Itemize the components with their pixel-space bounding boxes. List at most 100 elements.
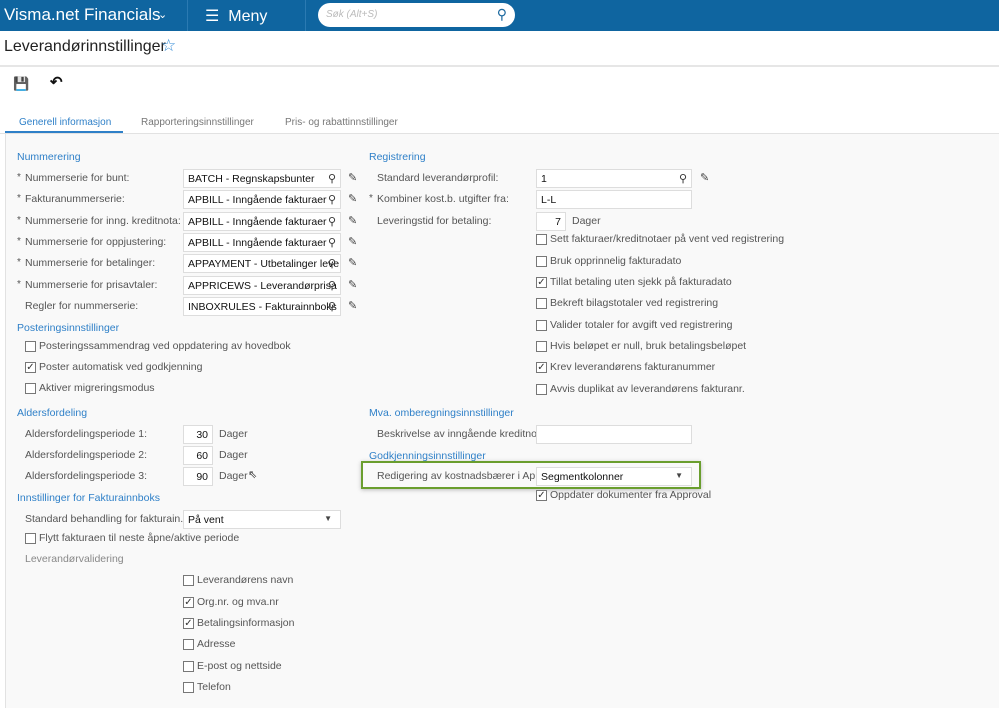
search-input[interactable]: Søk (Alt+S) ⚲ — [318, 3, 515, 27]
validering-option-checkbox[interactable]: ✓ — [183, 618, 194, 629]
postering-option-label: Aktiver migreringsmodus — [39, 382, 155, 394]
nummerserie-field-value: APPRICEWS - Leverandørprisa — [188, 280, 337, 292]
validering-option-label: Telefon — [197, 681, 231, 693]
edit-icon[interactable]: ✎ — [348, 278, 357, 291]
tab-rapporteringsinnstillinger[interactable]: Rapporteringsinnstillinger — [141, 117, 254, 128]
registrering-option-label: Avvis duplikat av leverandørens fakturan… — [550, 383, 745, 395]
dropdown-caret-icon[interactable]: ▼ — [675, 471, 683, 480]
validering-option-label: Adresse — [197, 638, 236, 650]
unit-label: Dager — [219, 470, 248, 482]
divider — [187, 0, 188, 31]
aging-period-label: Aldersfordelingsperiode 2: — [25, 449, 147, 461]
aging-period-label: Aldersfordelingsperiode 3: — [25, 470, 147, 482]
tab-pris-og-rabattinnstillinger[interactable]: Pris- og rabattinnstillinger — [285, 117, 398, 128]
validering-option-checkbox[interactable] — [183, 682, 194, 693]
edit-icon[interactable]: ✎ — [348, 214, 357, 227]
registrering-option-checkbox[interactable] — [536, 256, 547, 267]
tab-generell-informasjon[interactable]: Generell informasjon — [19, 117, 111, 128]
lookup-icon[interactable]: ⚲ — [328, 236, 336, 249]
flytt-faktura-checkbox[interactable] — [25, 533, 36, 544]
kombiner-field-value: L-L — [541, 194, 557, 206]
divider — [0, 65, 999, 67]
lookup-icon[interactable]: ⚲ — [328, 215, 336, 228]
validering-option-checkbox[interactable] — [183, 639, 194, 650]
menu-button[interactable]: ☰ Meny — [205, 6, 267, 26]
aging-period-input[interactable]: 60 — [183, 446, 213, 465]
nummerserie-field[interactable]: APPAYMENT - Utbetalinger leve ⚲ — [183, 254, 341, 273]
lookup-icon[interactable]: ⚲ — [679, 172, 687, 185]
nummerserie-field[interactable]: APPRICEWS - Leverandørprisa ⚲ — [183, 276, 341, 295]
validering-option-checkbox[interactable]: ✓ — [183, 597, 194, 608]
search-placeholder: Søk (Alt+S) — [326, 9, 378, 20]
lookup-icon[interactable]: ⚲ — [328, 193, 336, 206]
chevron-down-icon[interactable]: ⌄ — [158, 8, 167, 21]
required-marker: * — [17, 172, 21, 183]
kombiner-field[interactable]: L-L — [536, 190, 692, 209]
registrering-option-checkbox[interactable] — [536, 384, 547, 395]
redigering-select-value: Segmentkolonner — [541, 471, 624, 483]
postering-option-label: Posteringssammendrag ved oppdatering av … — [39, 340, 291, 352]
edit-icon[interactable]: ✎ — [700, 171, 709, 184]
edit-icon[interactable]: ✎ — [348, 256, 357, 269]
oppdater-approval-checkbox[interactable]: ✓ — [536, 490, 547, 501]
kombiner-label: Kombiner kost.b. utgifter fra: — [377, 193, 509, 205]
dropdown-caret-icon[interactable]: ▼ — [324, 514, 332, 523]
nummerserie-field[interactable]: APBILL - Inngående fakturaer ⚲ — [183, 212, 341, 231]
search-icon[interactable]: ⚲ — [497, 6, 507, 23]
redigering-select[interactable]: Segmentkolonner ▼ — [536, 467, 692, 486]
standard-profil-field[interactable]: 1 ⚲ — [536, 169, 692, 188]
edit-icon[interactable]: ✎ — [348, 192, 357, 205]
leveringstid-input[interactable]: 7 — [536, 212, 566, 231]
nummerserie-field[interactable]: INBOXRULES - Fakturainnboks ⚲ — [183, 297, 341, 316]
lookup-icon[interactable]: ⚲ — [328, 279, 336, 292]
nummerserie-field[interactable]: APBILL - Inngående fakturaer ⚲ — [183, 190, 341, 209]
brand-name[interactable]: Visma.net Financials — [4, 5, 161, 25]
section-registrering: Registrering — [369, 151, 426, 163]
required-marker: * — [17, 279, 21, 290]
beskrivelse-field[interactable] — [536, 425, 692, 444]
nummerering-label: Fakturanummerserie: — [25, 193, 125, 205]
validering-option-label: E-post og nettside — [197, 660, 282, 672]
edit-icon[interactable]: ✎ — [348, 235, 357, 248]
required-marker: * — [17, 257, 21, 268]
aging-period-input[interactable]: 90 — [183, 467, 213, 486]
save-icon[interactable]: 💾 — [13, 76, 29, 92]
registrering-option-checkbox[interactable] — [536, 298, 547, 309]
registrering-option-checkbox[interactable] — [536, 341, 547, 352]
menu-label: Meny — [228, 8, 268, 25]
standard-behandling-select[interactable]: På vent ▼ — [183, 510, 341, 529]
favorite-star-icon[interactable]: ☆ — [161, 36, 176, 56]
unit-label: Dager — [572, 215, 601, 227]
lookup-icon[interactable]: ⚲ — [328, 300, 336, 313]
standard-behandling-label: Standard behandling for fakturain... — [25, 513, 190, 525]
hamburger-icon: ☰ — [205, 8, 220, 25]
nummerserie-field-value: APBILL - Inngående fakturaer — [188, 216, 327, 228]
nummerering-label: Nummerserie for oppjustering: — [25, 236, 167, 248]
redigering-label: Redigering av kostnadsbærer i Ap... — [377, 470, 544, 482]
postering-option-checkbox[interactable]: ✓ — [25, 362, 36, 373]
aging-period-input[interactable]: 30 — [183, 425, 213, 444]
section-aldersfordeling: Aldersfordeling — [17, 407, 88, 419]
registrering-option-checkbox[interactable] — [536, 234, 547, 245]
validering-option-checkbox[interactable] — [183, 575, 194, 586]
postering-option-checkbox[interactable] — [25, 341, 36, 352]
mouse-cursor-icon: ⇖ — [248, 469, 258, 481]
nummerserie-field[interactable]: BATCH - Regnskapsbunter ⚲ — [183, 169, 341, 188]
registrering-option-label: Valider totaler for avgift ved registrer… — [550, 319, 733, 331]
nummerering-label: Nummerserie for inng. kreditnota: — [25, 215, 181, 227]
lookup-icon[interactable]: ⚲ — [328, 257, 336, 270]
edit-icon[interactable]: ✎ — [348, 171, 357, 184]
nummerserie-field-value: APBILL - Inngående fakturaer — [188, 194, 327, 206]
lookup-icon[interactable]: ⚲ — [328, 172, 336, 185]
validering-option-checkbox[interactable] — [183, 661, 194, 672]
registrering-option-checkbox[interactable]: ✓ — [536, 277, 547, 288]
postering-option-checkbox[interactable] — [25, 383, 36, 394]
registrering-option-checkbox[interactable]: ✓ — [536, 362, 547, 373]
registrering-option-label: Bruk opprinnelig fakturadato — [550, 255, 682, 267]
nummerserie-field[interactable]: APBILL - Inngående fakturaer ⚲ — [183, 233, 341, 252]
nummerering-label: Nummerserie for prisavtaler: — [25, 279, 158, 291]
registrering-option-checkbox[interactable] — [536, 320, 547, 331]
edit-icon[interactable]: ✎ — [348, 299, 357, 312]
undo-icon[interactable]: ↶ — [50, 73, 63, 91]
validering-option-label: Betalingsinformasjon — [197, 617, 295, 629]
